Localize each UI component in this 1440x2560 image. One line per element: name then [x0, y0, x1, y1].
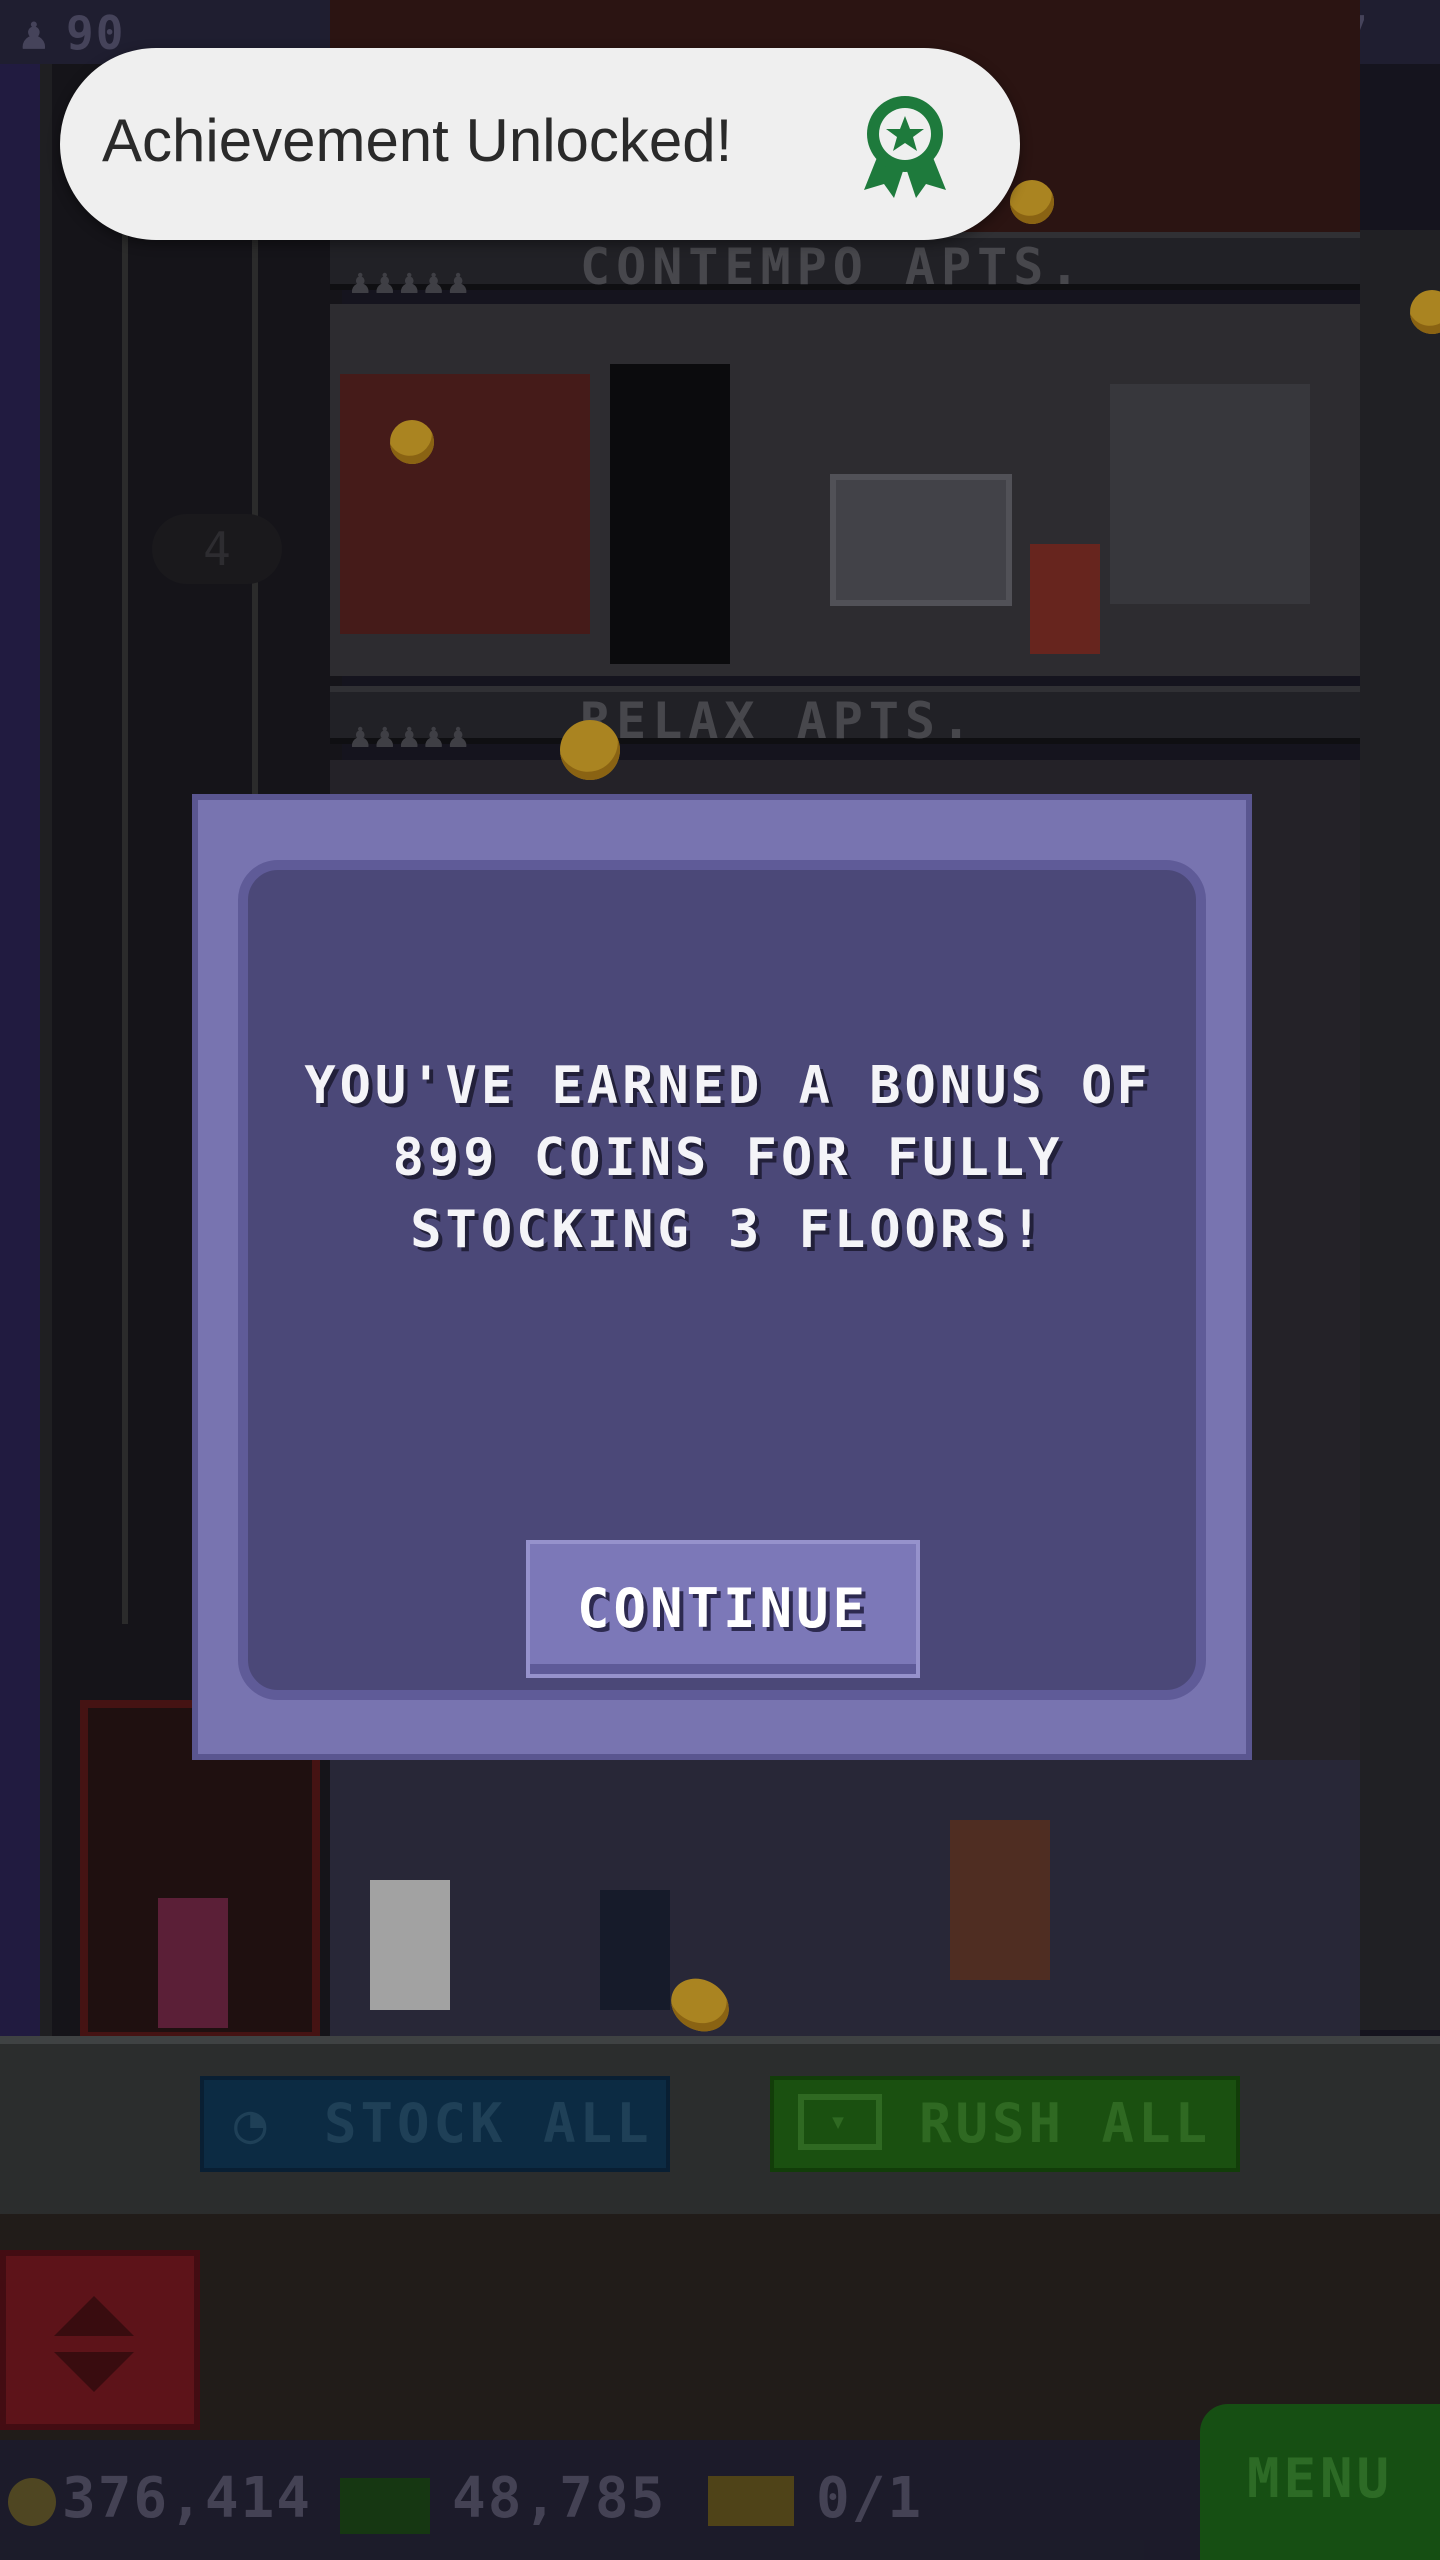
bonus-dialog: YOU'VE EARNED A BONUS OF 899 COINS FOR F… [192, 794, 1252, 1760]
achievement-toast[interactable]: Achievement Unlocked! [60, 48, 1020, 240]
award-ribbon-icon [864, 96, 946, 198]
dialog-message: YOU'VE EARNED A BONUS OF 899 COINS FOR F… [198, 1050, 1258, 1266]
toast-text: Achievement Unlocked! [102, 107, 733, 174]
continue-button[interactable]: CONTINUE [526, 1540, 920, 1678]
dialog-line: YOU'VE EARNED A BONUS OF [304, 1056, 1152, 1116]
dialog-line: 899 COINS FOR FULLY [392, 1128, 1064, 1188]
dialog-line: STOCKING 3 FLOORS! [410, 1200, 1046, 1260]
